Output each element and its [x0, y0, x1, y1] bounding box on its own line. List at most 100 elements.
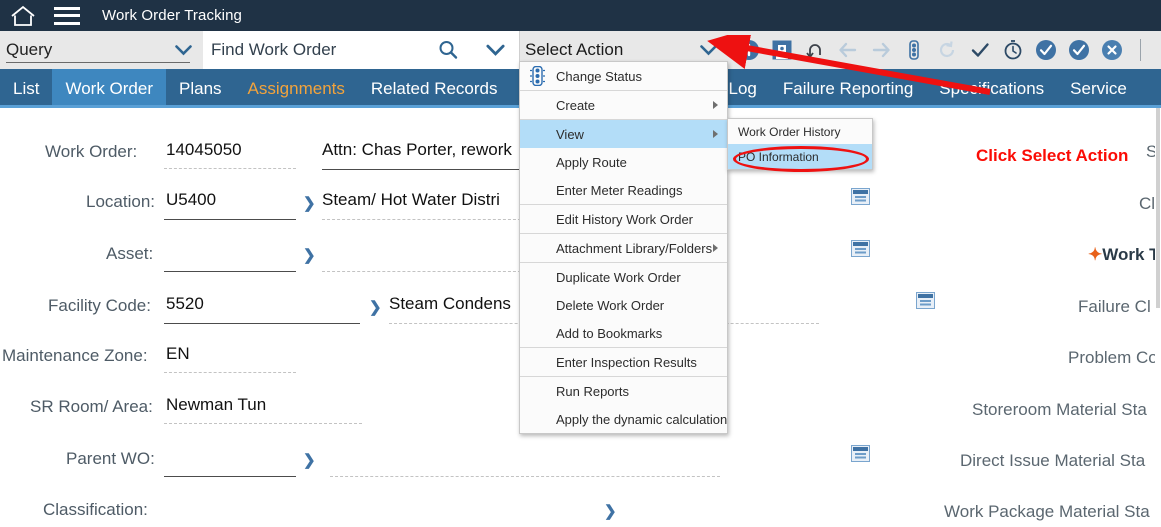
chevron-down-icon[interactable] [175, 45, 192, 56]
find-work-order-input[interactable]: Find Work Order [202, 31, 424, 69]
value-maintenance-zone[interactable]: EN [166, 344, 190, 364]
menu-item-run-reports[interactable]: Run Reports [520, 377, 727, 405]
app-window: Work Order Tracking Query Find Work Orde… [0, 0, 1161, 527]
menu-item-enter-inspection-results[interactable]: Enter Inspection Results [520, 348, 727, 376]
vertical-scrollbar[interactable] [1155, 108, 1161, 527]
menu-item-duplicate-work-order[interactable]: Duplicate Work Order [520, 263, 727, 291]
menu-item-attachment-library-folders[interactable]: Attachment Library/Folders [520, 234, 727, 262]
submenu-item-work-order-history[interactable]: Work Order History [728, 119, 872, 144]
menu-item-label: Apply the dynamic calculation [556, 411, 728, 427]
label-work-package-material-status: Work Package Material Sta [944, 502, 1150, 521]
detail-menu-icon[interactable] [851, 445, 870, 462]
label-location: Location: [86, 192, 155, 211]
detail-menu-icon[interactable] [851, 240, 870, 257]
label-work-type: ✦Work Ty [1088, 245, 1161, 265]
tab-service[interactable]: Service [1057, 69, 1140, 108]
close-work-order-icon[interactable] [1068, 39, 1090, 61]
hamburger-menu-icon[interactable] [54, 6, 80, 25]
record-toolbar [727, 31, 1161, 69]
label-work-order: Work Order: [45, 142, 138, 161]
query-type-value: Query [6, 40, 53, 59]
tab-specifications[interactable]: Specifications [926, 69, 1057, 108]
menu-group-record-actions: Duplicate Work Order Delete Work Order A… [520, 263, 727, 348]
tab-failure-reporting[interactable]: Failure Reporting [770, 69, 926, 108]
tab-related-records[interactable]: Related Records [358, 69, 511, 108]
value-work-order-description[interactable]: Attn: Chas Porter, rework [322, 140, 512, 160]
submenu-caret-icon [713, 244, 718, 252]
label-asset: Asset: [106, 244, 154, 263]
toolbar-separator [1140, 39, 1141, 61]
menu-item-delete-work-order[interactable]: Delete Work Order [520, 291, 727, 319]
value-facility-code-description[interactable]: Steam Condens [389, 294, 511, 314]
submenu-caret-icon [713, 130, 718, 138]
label-class: Cl [1139, 194, 1156, 213]
label-facility-code: Facility Code: [48, 296, 151, 315]
value-location-description[interactable]: Steam/ Hot Water Distri [322, 190, 500, 210]
search-button[interactable] [424, 31, 472, 69]
value-work-order[interactable]: 14045050 [166, 140, 242, 160]
chevron-down-icon [486, 44, 505, 56]
menu-item-change-status[interactable]: Change Status [520, 62, 727, 90]
complete-icon[interactable] [1035, 39, 1057, 61]
location-detail-arrow-icon[interactable]: ❯ [303, 194, 316, 212]
query-underline [6, 62, 190, 63]
detail-menu-icon[interactable] [851, 188, 870, 205]
save-record-icon[interactable] [771, 39, 793, 61]
tab-plans[interactable]: Plans [166, 69, 235, 108]
app-title: Work Order Tracking [102, 7, 242, 24]
label-direct-issue-material-status: Direct Issue Material Sta [960, 451, 1146, 470]
insert-new-record-icon[interactable] [738, 39, 760, 61]
menu-item-create[interactable]: Create [520, 91, 727, 119]
parent-wo-detail-arrow-icon[interactable]: ❯ [303, 451, 316, 469]
next-record-icon[interactable] [870, 39, 892, 61]
chevron-down-icon[interactable] [700, 45, 717, 56]
menu-group-reports: Run Reports Apply the dynamic calculatio… [520, 377, 727, 433]
underline-work-order [164, 168, 296, 169]
menu-item-label: Run Reports [556, 383, 629, 399]
menu-item-add-to-bookmarks[interactable]: Add to Bookmarks [520, 319, 727, 347]
menu-group-attachments: Attachment Library/Folders [520, 234, 727, 263]
value-sr-room-area[interactable]: Newman Tun [166, 395, 266, 415]
refresh-icon[interactable] [936, 39, 958, 61]
change-status-icon[interactable] [903, 39, 925, 61]
start-timer-icon[interactable] [1002, 39, 1024, 61]
tab-assignments[interactable]: Assignments [235, 69, 358, 108]
query-type-select[interactable]: Query [0, 31, 202, 69]
submenu-item-label: PO Information [738, 149, 819, 164]
submenu-caret-icon [713, 101, 718, 109]
menu-item-apply-dynamic-calculation[interactable]: Apply the dynamic calculation [520, 405, 727, 433]
tab-list[interactable]: List [0, 69, 52, 108]
tab-work-order[interactable]: Work Order [52, 69, 167, 108]
menu-item-edit-history-work-order[interactable]: Edit History Work Order [520, 205, 727, 233]
search-icon [439, 41, 458, 59]
select-action-label: Select Action [525, 40, 624, 59]
previous-record-icon[interactable] [837, 39, 859, 61]
view-submenu: Work Order History PO Information [727, 118, 873, 170]
approve-check-icon[interactable] [969, 39, 991, 61]
home-icon[interactable] [10, 5, 36, 27]
menu-item-apply-route[interactable]: Apply Route [520, 148, 727, 176]
underline-sr-room-area [164, 423, 362, 424]
menu-item-label: Change Status [556, 68, 643, 84]
label-work-type-text: Work Ty [1102, 245, 1161, 264]
scrollbar-thumb[interactable] [1156, 108, 1160, 308]
menu-item-label: Create [556, 97, 596, 113]
menu-item-view[interactable]: View [520, 120, 727, 148]
menu-item-enter-meter-readings[interactable]: Enter Meter Readings [520, 176, 727, 204]
cancel-icon[interactable] [1101, 39, 1123, 61]
select-action-menu: Change Status Create View Apply Route En… [519, 61, 728, 434]
menu-item-label: Delete Work Order [556, 297, 665, 313]
detail-menu-icon[interactable] [916, 292, 935, 309]
value-facility-code[interactable]: 5520 [166, 294, 204, 314]
app-header: Work Order Tracking [0, 0, 1161, 31]
label-parent-wo: Parent WO: [66, 449, 155, 468]
asset-detail-arrow-icon[interactable]: ❯ [303, 246, 316, 264]
menu-group-edit-history: Edit History Work Order [520, 205, 727, 234]
classification-detail-arrow-icon[interactable]: ❯ [604, 502, 617, 520]
menu-item-label: Duplicate Work Order [556, 269, 681, 285]
value-location[interactable]: U5400 [166, 190, 216, 210]
search-options-button[interactable] [472, 31, 520, 69]
submenu-item-po-information[interactable]: PO Information [728, 144, 872, 169]
facility-code-detail-arrow-icon[interactable]: ❯ [369, 298, 382, 316]
undo-icon[interactable] [804, 39, 826, 61]
